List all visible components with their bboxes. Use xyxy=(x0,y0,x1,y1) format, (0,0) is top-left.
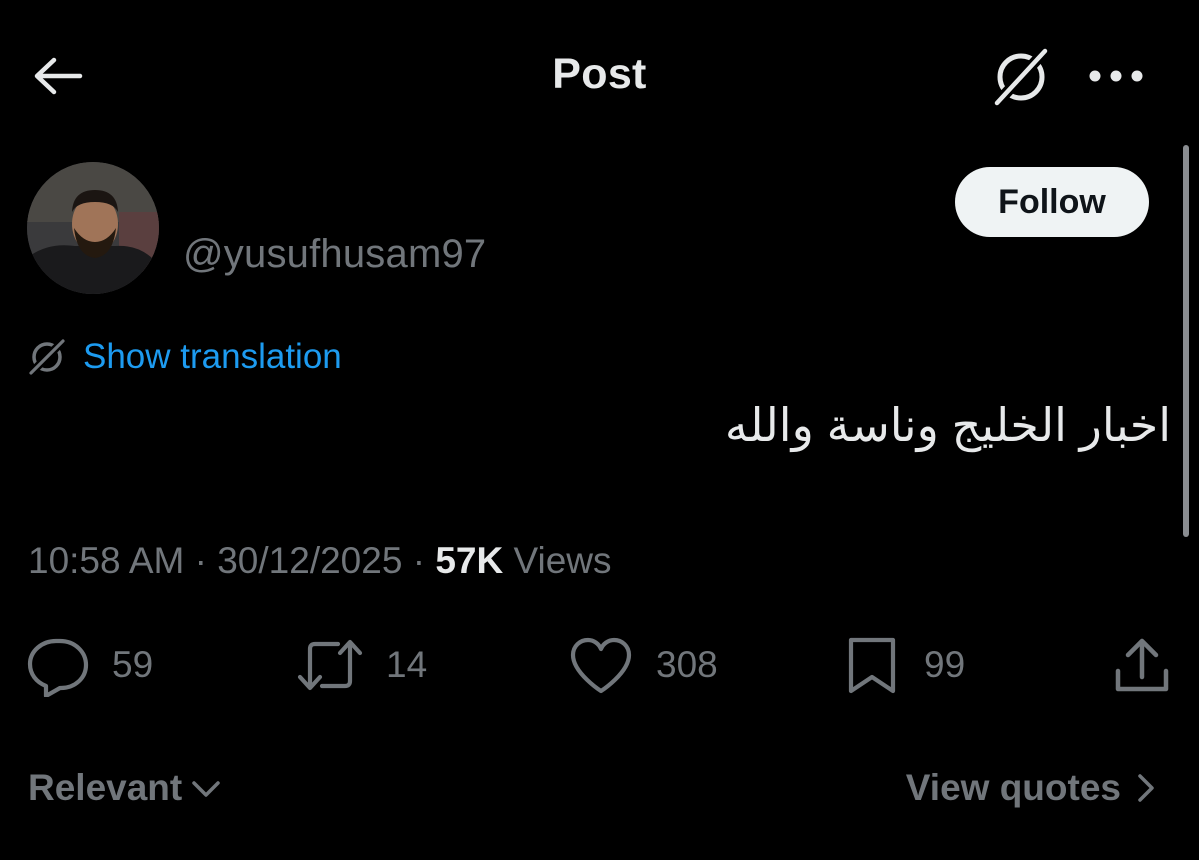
chevron-right-icon xyxy=(1138,774,1154,802)
post-time: 10:58 AM xyxy=(28,540,185,581)
more-options-button[interactable] xyxy=(1084,56,1148,96)
views-label: Views xyxy=(513,540,612,581)
meta-separator: · xyxy=(402,540,436,581)
grok-button[interactable] xyxy=(988,44,1054,110)
repost-icon xyxy=(297,639,363,691)
heart-icon xyxy=(570,637,632,694)
scrollbar[interactable] xyxy=(1183,145,1189,537)
avatar-image xyxy=(27,162,159,294)
repost-count: 14 xyxy=(386,644,428,685)
reply-count: 59 xyxy=(112,644,154,685)
bookmark-button[interactable]: 99 xyxy=(842,630,965,700)
show-translation-label: Show translation xyxy=(83,337,342,376)
view-quotes-label: View quotes xyxy=(905,767,1121,808)
avatar[interactable] xyxy=(27,162,159,294)
reply-icon xyxy=(27,638,89,697)
post-date: 30/12/2025 xyxy=(217,540,403,581)
reply-button[interactable]: 59 xyxy=(26,630,153,700)
post-text: اخبار الخليج وناسة والله xyxy=(724,399,1171,451)
follow-button[interactable]: Follow xyxy=(955,167,1149,237)
like-count: 308 xyxy=(656,644,718,685)
bookmark-icon xyxy=(848,637,896,694)
sort-replies-label: Relevant xyxy=(28,767,183,808)
chevron-down-icon xyxy=(192,781,220,797)
grok-icon xyxy=(991,46,1051,108)
sort-replies-dropdown[interactable]: Relevant xyxy=(28,764,224,812)
meta-separator: · xyxy=(184,540,218,581)
share-icon xyxy=(1115,638,1169,692)
action-bar: 59 14 308 99 xyxy=(0,630,1199,700)
like-button[interactable]: 308 xyxy=(568,630,718,700)
repost-button[interactable]: 14 xyxy=(296,630,427,700)
author-handle[interactable]: @yusufhusam97 xyxy=(183,232,486,277)
more-horizontal-icon xyxy=(1089,70,1143,82)
bookmark-count: 99 xyxy=(924,644,966,685)
top-bar: Post xyxy=(0,0,1199,150)
grok-icon xyxy=(26,336,68,378)
show-translation-link[interactable]: Show translation xyxy=(26,334,342,380)
post-meta: 10:58 AM · 30/12/2025 · 57K Views xyxy=(28,540,612,582)
view-quotes-link[interactable]: View quotes xyxy=(906,764,1161,812)
views-count: 57K xyxy=(435,540,504,581)
share-button[interactable] xyxy=(1110,630,1174,700)
